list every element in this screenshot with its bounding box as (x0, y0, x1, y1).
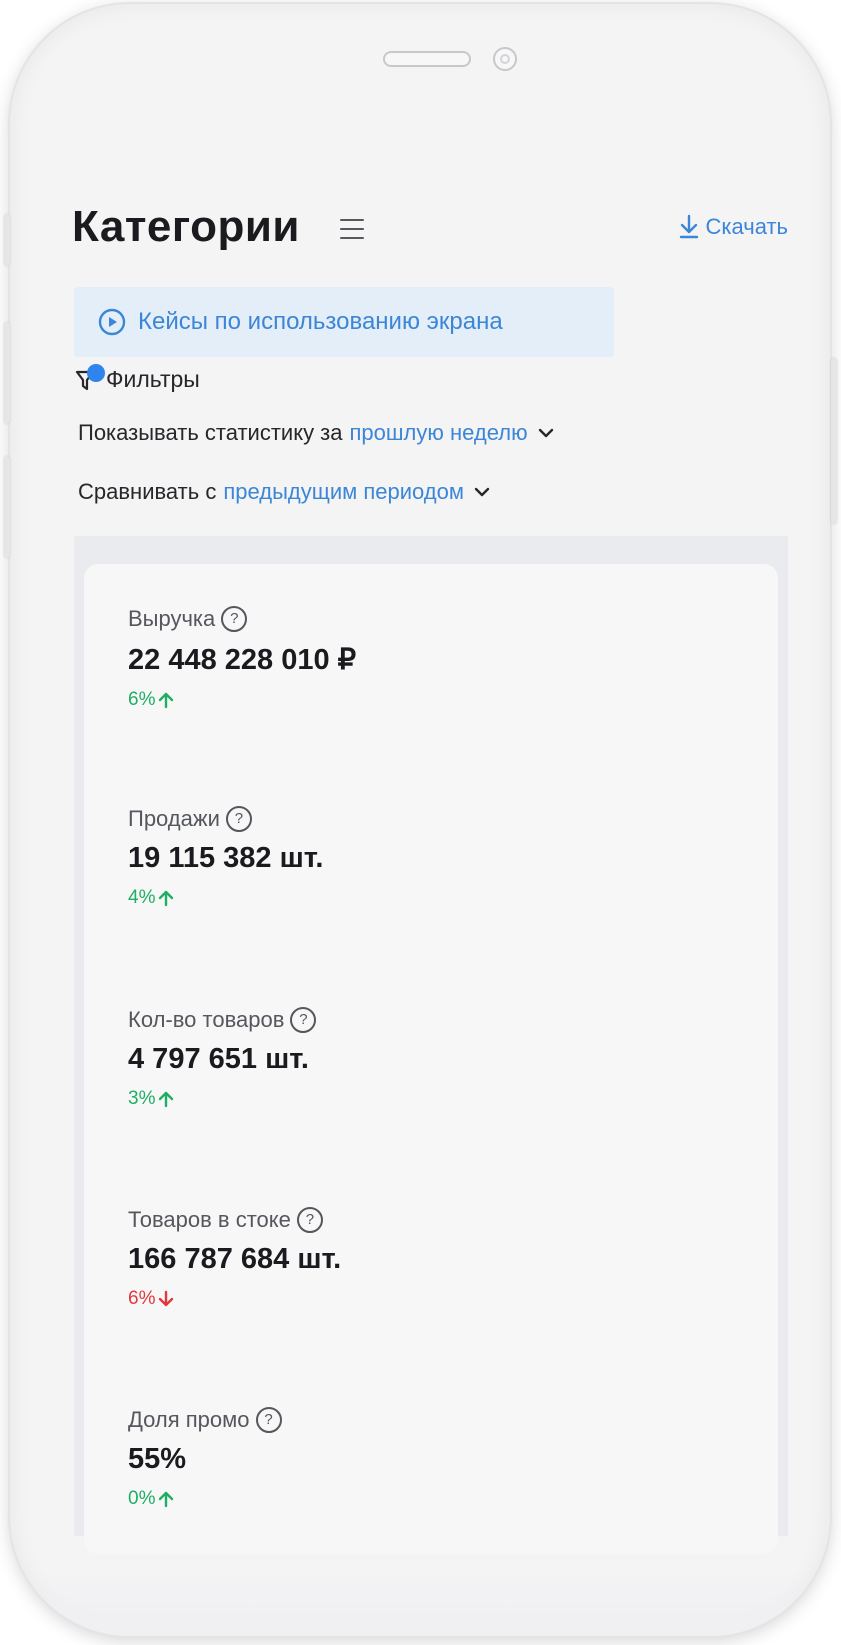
change-percent: 6% (128, 1288, 156, 1309)
period-prefix: Показывать статистику за (78, 420, 343, 445)
cases-button-label: Кейсы по использованию экрана (138, 308, 503, 335)
screen: Категории Скачать Кейсы по использованию… (62, 174, 788, 1614)
speaker-grille (383, 51, 471, 67)
phone-power-button (831, 358, 837, 524)
download-icon (679, 214, 698, 239)
metric-value: 22 448 228 010 ₽ (128, 644, 357, 676)
arrow-down-icon (159, 1290, 174, 1307)
metric-revenue: Выручка ? 22 448 228 010 ₽ 6% (128, 606, 356, 711)
arrow-up-icon (159, 890, 174, 907)
change-percent: 0% (128, 1488, 156, 1509)
metric-items-count: Кол-во товаров ? 4 797 651 шт. 3% (128, 1007, 317, 1110)
metric-items-in-stock: Товаров в стоке ? 166 787 684 шт. 6% (128, 1207, 341, 1310)
filter-active-dot (87, 364, 105, 382)
help-icon[interactable]: ? (290, 1007, 317, 1033)
phone-frame: Категории Скачать Кейсы по использованию… (10, 4, 830, 1636)
metric-label: Товаров в стоке (128, 1207, 291, 1232)
phone-side-button (4, 214, 10, 266)
screen-use-cases-button[interactable]: Кейсы по использованию экрана (74, 287, 614, 357)
metric-change: 3% (128, 1088, 316, 1110)
help-icon[interactable]: ? (255, 1407, 282, 1433)
compare-prefix: Сравнивать с (78, 479, 217, 504)
change-percent: 4% (128, 887, 156, 908)
metric-label: Выручка (128, 606, 216, 631)
metric-value: 55% (128, 1443, 187, 1475)
arrow-up-icon (159, 1091, 174, 1108)
metric-change: 6% (128, 1288, 341, 1310)
play-circle-icon (98, 308, 126, 336)
metric-change: 0% (128, 1488, 282, 1510)
metric-value: 19 115 382 шт. (128, 842, 324, 874)
metric-change: 4% (128, 887, 323, 909)
filter-icon (74, 364, 105, 394)
download-button[interactable]: Скачать (678, 214, 789, 240)
hamburger-menu-icon[interactable] (340, 219, 364, 241)
metric-change: 6% (128, 689, 356, 711)
metric-label: Доля промо (128, 1407, 250, 1432)
arrow-up-icon (159, 692, 174, 709)
chevron-down-icon[interactable] (474, 487, 490, 497)
front-camera (493, 47, 517, 71)
metric-label: Продажи (128, 806, 220, 831)
help-icon[interactable]: ? (296, 1207, 323, 1233)
phone-volume-down-button (4, 456, 10, 558)
metric-value: 4 797 651 шт. (128, 1043, 309, 1075)
phone-volume-up-button (4, 322, 10, 424)
metric-value: 166 787 684 шт. (128, 1243, 342, 1275)
compare-dropdown[interactable]: предыдущим периодом (223, 479, 464, 505)
metric-label: Кол-во товаров (128, 1007, 285, 1032)
change-percent: 3% (128, 1088, 156, 1109)
help-icon[interactable]: ? (225, 806, 252, 832)
change-percent: 6% (128, 689, 156, 710)
arrow-up-icon (159, 1491, 174, 1508)
page-title: Категории (72, 202, 300, 251)
download-label: Скачать (705, 214, 789, 239)
period-dropdown[interactable]: прошлую неделю (350, 420, 528, 446)
compare-setting: Сравнивать с предыдущим периодом (78, 479, 490, 505)
metric-promo-share: Доля промо ? 55% 0% (128, 1407, 282, 1510)
stats-card: Выручка ? 22 448 228 010 ₽ 6% Продажи ? … (84, 564, 778, 1554)
filters-button[interactable]: Фильтры (74, 364, 200, 394)
chevron-down-icon[interactable] (538, 428, 554, 438)
help-icon[interactable]: ? (221, 606, 248, 632)
phone-bottom-bezel (10, 1566, 830, 1636)
metric-sales: Продажи ? 19 115 382 шт. 4% (128, 806, 323, 909)
filters-label: Фильтры (106, 365, 200, 392)
period-setting: Показывать статистику за прошлую неделю (78, 420, 554, 446)
